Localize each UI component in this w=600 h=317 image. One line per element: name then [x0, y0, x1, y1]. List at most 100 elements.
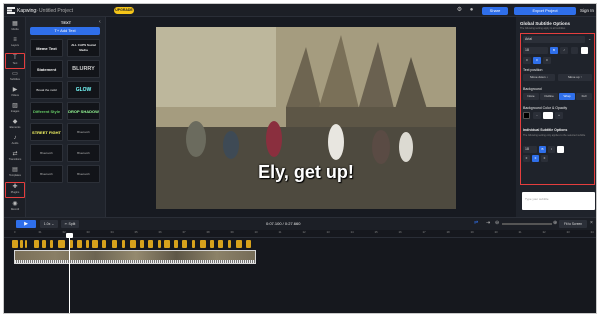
text-preset-statement[interactable]: Statement [30, 60, 63, 78]
text-color-swatch[interactable] [571, 47, 578, 54]
gear-icon[interactable]: ⚙ [456, 7, 463, 14]
nav-transitions[interactable]: ⇄ Transitions [5, 150, 25, 166]
subtitle-text[interactable]: Ely, get up! [156, 162, 456, 183]
subtitle-clip[interactable] [12, 240, 18, 248]
subtitle-clip[interactable] [174, 240, 178, 248]
text-preset-plugin[interactable]: Bluetooth [67, 123, 100, 141]
nav-subtitles[interactable]: ▭ Subtitles [5, 70, 25, 86]
text-preset-streetfight[interactable]: STREET FIGHT [30, 123, 63, 141]
subtitle-clip[interactable] [50, 240, 53, 248]
individual-align-right[interactable]: ≡ [541, 155, 548, 162]
text-preset-meme[interactable]: Meme Text [30, 39, 63, 57]
fit-to-screen-button[interactable]: Fit to Screen [559, 220, 587, 228]
subtitle-clip[interactable] [218, 240, 223, 248]
user-icon[interactable]: ● [468, 7, 475, 14]
waveform-toggle-icon[interactable]: ⇌ [474, 220, 478, 226]
sign-in-link[interactable]: Sign In [580, 8, 594, 13]
align-right-button[interactable]: ≡ [543, 57, 551, 64]
export-project-button[interactable]: Export Project [514, 6, 576, 15]
subtitle-clip[interactable] [164, 240, 170, 248]
chevron-down-icon[interactable]: ⌄ [588, 36, 591, 41]
subtitle-clip[interactable] [148, 240, 153, 248]
text-preset-different[interactable]: Different Style [30, 102, 63, 120]
individual-align-center[interactable]: ≡ [532, 155, 539, 162]
individual-font-size[interactable]: 18 [523, 146, 537, 153]
share-button[interactable]: Share [482, 6, 508, 15]
subtitle-input[interactable]: Type your subtitle [522, 192, 595, 210]
project-title[interactable]: › Untitled Project [36, 8, 73, 14]
text-preset-blurry[interactable]: BLURRY [67, 60, 100, 78]
text-preset-plugin[interactable]: Bluetooth [30, 165, 63, 183]
subtitle-clip[interactable] [122, 240, 125, 248]
playhead[interactable] [69, 236, 70, 313]
nav-plugins[interactable]: ✚ Plugins [5, 182, 25, 198]
subtitle-clip[interactable] [182, 240, 187, 248]
zoom-slider[interactable] [502, 223, 552, 225]
text-preset-plugin[interactable]: Bluetooth [67, 144, 100, 162]
text-preset-plugin[interactable]: Bluetooth [30, 144, 63, 162]
subtitle-clip[interactable] [20, 240, 23, 248]
background-color-swatch[interactable] [523, 112, 530, 119]
individual-align-left[interactable]: ≡ [523, 155, 530, 162]
add-text-button[interactable]: T+ Add Text [30, 27, 100, 35]
subtitle-clip[interactable] [112, 240, 117, 248]
opacity-increase-button[interactable]: + [555, 112, 563, 119]
opacity-decrease-button[interactable]: − [533, 112, 541, 119]
move-up-button[interactable]: Move up ↑ [558, 74, 592, 81]
chevron-left-icon[interactable]: ‹ [99, 19, 101, 25]
nav-elements[interactable]: ◆ Elements [5, 118, 25, 134]
subtitle-clip[interactable] [246, 240, 251, 248]
subtitle-clip[interactable] [77, 240, 82, 248]
align-center-button[interactable]: ≡ [533, 57, 541, 64]
font-size-select[interactable]: 18 [523, 47, 548, 54]
text-preset-social[interactable]: ALL CAPS Social Media [67, 39, 100, 57]
text-preset-dropshadow[interactable]: DROP SHADOW [67, 102, 100, 120]
zoom-in-icon[interactable]: ⊕ [553, 220, 557, 226]
nav-record[interactable]: ◉ Record [5, 200, 25, 216]
time-ruler[interactable]: 0:01:02:03:04:05:06:07:08:09:10:11:12:13… [4, 230, 596, 238]
nav-templates[interactable]: ▤ Templates [5, 166, 25, 182]
kapwing-logo-icon[interactable] [7, 7, 15, 14]
subtitle-clip[interactable] [102, 240, 106, 248]
skip-icon[interactable]: ⇥ [486, 220, 490, 226]
bg-wrap-button[interactable]: Wrap [559, 93, 575, 100]
nav-images[interactable]: ▨ Images [5, 102, 25, 118]
subtitle-clip[interactable] [200, 240, 206, 248]
subtitle-clip[interactable] [158, 240, 161, 248]
subtitle-clip[interactable] [210, 240, 214, 248]
nav-layers[interactable]: ≡ Layers [5, 36, 25, 52]
zoom-out-icon[interactable]: ⊖ [495, 220, 499, 226]
bold-button[interactable]: B [550, 47, 558, 54]
play-button[interactable]: ▶ [16, 220, 36, 228]
subtitle-clip[interactable] [130, 240, 136, 248]
nav-media[interactable]: ▦ Media [5, 20, 25, 36]
individual-color-swatch[interactable] [557, 146, 564, 153]
text-color-white[interactable] [581, 47, 588, 54]
bg-none-button[interactable]: None [523, 93, 539, 100]
speed-button[interactable]: 1.0x ⌄ [40, 220, 58, 228]
subtitle-clip[interactable] [192, 240, 195, 248]
subtitle-clip[interactable] [42, 240, 46, 248]
align-left-button[interactable]: ≡ [523, 57, 531, 64]
bg-outline-button[interactable]: Outline [540, 93, 558, 100]
font-select[interactable]: Arial [523, 36, 585, 43]
split-button[interactable]: ✂ Split [61, 220, 79, 228]
nav-audio[interactable]: ♪ Audio [5, 134, 25, 150]
upgrade-button[interactable]: UPGRADE [114, 7, 134, 14]
subtitle-clip[interactable] [25, 240, 27, 248]
bg-full-button[interactable]: Full [576, 93, 592, 100]
nav-videos[interactable]: ▶ Videos [5, 86, 25, 102]
nav-text[interactable]: T Text [5, 53, 25, 69]
italic-button[interactable]: I [560, 47, 568, 54]
video-preview[interactable]: Ely, get up! [156, 27, 456, 209]
close-icon[interactable]: × [590, 220, 593, 226]
move-down-button[interactable]: Move down ↓ [523, 74, 555, 81]
subtitle-clip[interactable] [236, 240, 242, 248]
subtitle-clip[interactable] [228, 240, 231, 248]
text-preset-break[interactable]: Break the mold [30, 81, 63, 99]
text-preset-plugin[interactable]: Bluetooth [67, 165, 100, 183]
subtitle-clip[interactable] [92, 240, 98, 248]
subtitle-clip[interactable] [58, 240, 65, 248]
subtitle-clip[interactable] [34, 240, 39, 248]
individual-bold-button[interactable]: B [539, 146, 546, 153]
